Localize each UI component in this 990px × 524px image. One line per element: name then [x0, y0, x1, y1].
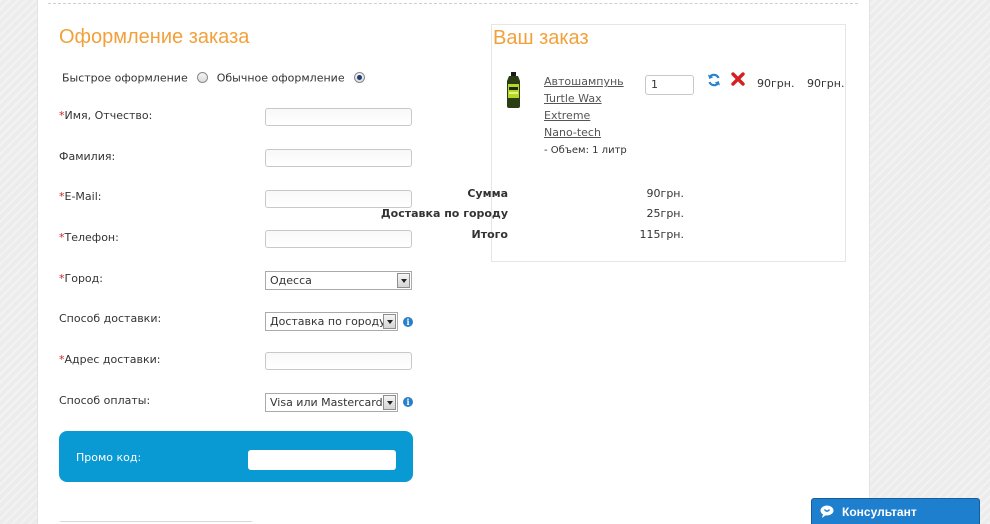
quick-checkout-radio[interactable] — [197, 71, 209, 83]
city-label: *Город: — [59, 272, 103, 285]
promo-code-label: Промо код: — [76, 451, 142, 464]
quick-checkout-label: Быстрое оформление — [62, 71, 188, 85]
delivery-cost-value: 25грн. — [646, 207, 684, 220]
chat-icon — [820, 505, 834, 518]
promo-code-input[interactable] — [248, 450, 396, 470]
name-input[interactable] — [265, 108, 412, 126]
phone-label: *Телефон: — [59, 231, 119, 244]
delivery-select-value: Доставка по городу — [270, 315, 386, 328]
page-container: Оформление заказа Быстрое оформление Обы… — [37, 0, 870, 524]
delivery-select[interactable]: Доставка по городу — [265, 312, 398, 331]
checkout-type-selector: Быстрое оформление Обычное оформление — [62, 71, 370, 85]
chevron-down-icon[interactable] — [383, 395, 396, 410]
consultant-label: Консультант — [842, 505, 917, 519]
address-label-text: Адрес доставки: — [64, 353, 161, 366]
unit-price: 90грн. — [757, 77, 795, 90]
order-summary-box — [491, 24, 846, 262]
top-divider — [48, 3, 858, 4]
grand-total-label: Итого — [471, 228, 508, 241]
order-title: Ваш заказ — [493, 27, 589, 49]
promo-code-box: Промо код: — [59, 431, 413, 482]
normal-checkout-radio[interactable] — [354, 71, 366, 83]
chevron-down-icon[interactable] — [383, 314, 396, 329]
total-price: 90грн. — [807, 77, 845, 90]
surname-input[interactable] — [265, 149, 412, 167]
address-label: *Адрес доставки: — [59, 353, 160, 366]
city-select[interactable]: Одесса — [265, 271, 412, 290]
surname-label: Фамилия: — [59, 150, 116, 163]
consultant-chat-button[interactable]: Консультант — [811, 498, 980, 524]
divider — [60, 521, 252, 522]
name-label: *Имя, Отчество: — [59, 109, 152, 122]
checkout-title: Оформление заказа — [59, 26, 250, 48]
phone-label-text: Телефон: — [64, 231, 119, 244]
quantity-input[interactable]: 1 — [645, 75, 694, 95]
refresh-icon[interactable] — [707, 73, 721, 87]
delivery-cost-label: Доставка по городу — [380, 207, 508, 220]
info-icon[interactable]: i — [403, 397, 413, 407]
payment-select[interactable]: Visa или Mastercard(L — [265, 393, 398, 412]
email-label: *E-Mail: — [59, 190, 101, 203]
chevron-down-icon[interactable] — [397, 273, 410, 288]
city-label-text: Город: — [64, 272, 103, 285]
name-label-text: Имя, Отчество: — [64, 109, 153, 122]
delivery-label: Способ доставки: — [59, 312, 162, 325]
normal-checkout-label: Обычное оформление — [216, 71, 345, 85]
email-label-text: E-Mail: — [64, 190, 102, 203]
info-icon[interactable]: i — [403, 317, 413, 327]
product-name-link[interactable]: Автошампунь Turtle Wax Extreme Nano-tech — [544, 73, 624, 141]
grand-total-value: 115грн. — [639, 228, 684, 241]
delete-icon[interactable] — [731, 72, 745, 86]
subtotal-label: Сумма — [467, 187, 508, 200]
payment-select-value: Visa или Mastercard(L — [270, 396, 393, 409]
product-option: - Объем: 1 литр — [544, 145, 627, 156]
address-input[interactable] — [265, 352, 412, 370]
payment-label: Способ оплаты: — [59, 394, 151, 407]
city-select-value: Одесса — [270, 274, 312, 287]
product-image[interactable] — [505, 72, 522, 108]
subtotal-value: 90грн. — [646, 187, 684, 200]
